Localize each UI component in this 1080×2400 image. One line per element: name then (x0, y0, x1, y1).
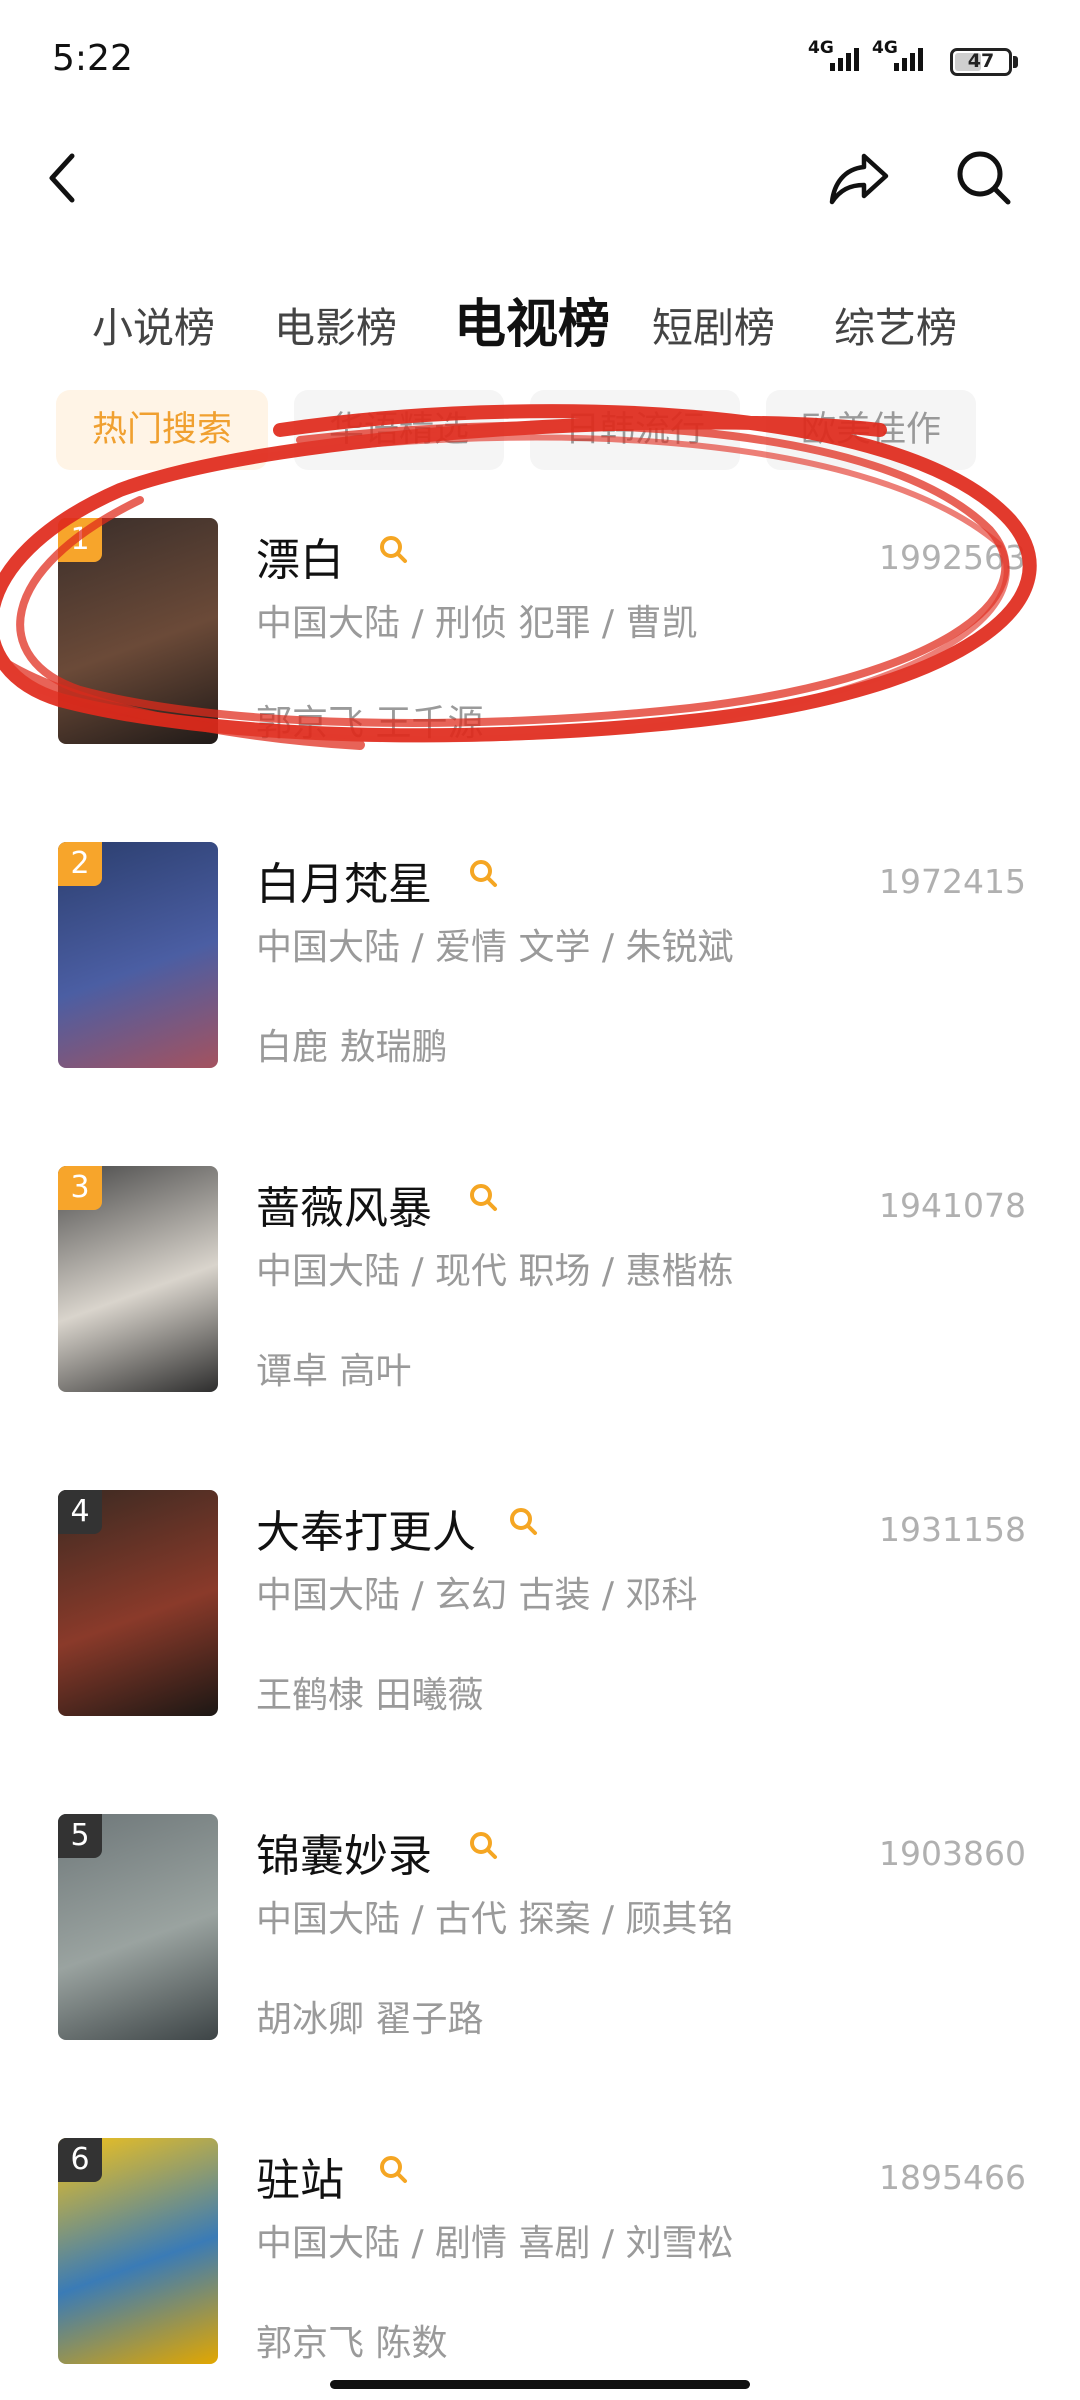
home-indicator[interactable] (330, 2380, 750, 2389)
status-bar: 5:22 4G 4G 47 (0, 0, 1080, 120)
rank-badge: 1 (58, 518, 102, 562)
cast-info: 王鹤棣 田曦薇 (256, 1675, 484, 1716)
rank-badge: 2 (58, 842, 102, 886)
chevron-left-icon (49, 153, 75, 203)
cast-info: 胡冰卿 翟子路 (256, 1999, 484, 2040)
search-icon[interactable] (466, 1828, 500, 1862)
meta-info: 中国大陆 / 刑侦 犯罪 / 曹凯 (256, 603, 698, 644)
search-icon[interactable] (376, 2152, 410, 2186)
score-value: 1941078 (879, 1186, 1026, 1225)
cast-info: 白鹿 敖瑞鹏 (256, 1027, 448, 1068)
back-button[interactable] (24, 138, 104, 218)
poster-image[interactable]: 4 (58, 1490, 218, 1716)
cast-info: 谭卓 高叶 (256, 1351, 412, 1392)
title[interactable]: 白月梵星 (256, 848, 432, 912)
meta-info: 中国大陆 / 剧情 喜剧 / 刘雪松 (256, 2223, 734, 2264)
list-item[interactable]: 5 锦囊妙录 1903860 中国大陆 / 古代 探案 / 顾其铭 胡冰卿 翟子路 (0, 1814, 1080, 2054)
battery-icon: 47 (950, 48, 1012, 76)
tab-variety-rank[interactable]: 综艺榜 (834, 294, 957, 354)
list-item[interactable]: 3 蔷薇风暴 1941078 中国大陆 / 现代 职场 / 惠楷栋 谭卓 高叶 (0, 1166, 1080, 1406)
score-value: 1895466 (879, 2158, 1026, 2197)
chip-chinese-picks[interactable]: 华语精选 (294, 390, 504, 470)
rank-badge: 3 (58, 1166, 102, 1210)
category-tabs: 小说榜 电影榜 电视榜 短剧榜 综艺榜 (0, 280, 1080, 370)
chip-japan-korea[interactable]: 日韩流行 (530, 390, 740, 470)
share-icon (829, 153, 889, 205)
search-icon[interactable] (376, 532, 410, 566)
list-item[interactable]: 1 漂白 1992563 中国大陆 / 刑侦 犯罪 / 曹凯 郭京飞 王千源 (0, 518, 1080, 758)
tab-short-drama-rank[interactable]: 短剧榜 (652, 294, 775, 354)
chip-hot-search[interactable]: 热门搜索 (56, 390, 268, 470)
rank-badge: 4 (58, 1490, 102, 1534)
list-item[interactable]: 4 大奉打更人 1931158 中国大陆 / 玄幻 古装 / 邓科 王鹤棣 田曦薇 (0, 1490, 1080, 1730)
poster-image[interactable]: 1 (58, 518, 218, 744)
title[interactable]: 驻站 (256, 2144, 344, 2208)
poster-image[interactable]: 2 (58, 842, 218, 1068)
poster-image[interactable]: 6 (58, 2138, 218, 2364)
search-icon[interactable] (506, 1504, 540, 1538)
cast-info: 郭京飞 陈数 (256, 2323, 448, 2364)
list-item[interactable]: 2 白月梵星 1972415 中国大陆 / 爱情 文学 / 朱锐斌 白鹿 敖瑞鹏 (0, 842, 1080, 1082)
title[interactable]: 蔷薇风暴 (256, 1172, 432, 1236)
status-time: 5:22 (52, 38, 133, 79)
list-item[interactable]: 6 驻站 1895466 中国大陆 / 剧情 喜剧 / 刘雪松 郭京飞 陈数 (0, 2138, 1080, 2378)
score-value: 1992563 (879, 538, 1026, 577)
search-icon (957, 151, 1011, 205)
meta-info: 中国大陆 / 玄幻 古装 / 邓科 (256, 1575, 698, 1616)
tab-tv-rank[interactable]: 电视榜 (454, 282, 610, 357)
cast-info: 郭京飞 王千源 (256, 703, 484, 744)
chip-western[interactable]: 欧美佳作 (766, 390, 976, 470)
poster-image[interactable]: 5 (58, 1814, 218, 2040)
meta-info: 中国大陆 / 爱情 文学 / 朱锐斌 (256, 927, 734, 968)
tab-movie-rank[interactable]: 电影榜 (274, 294, 397, 354)
tab-novel-rank[interactable]: 小说榜 (92, 294, 215, 354)
score-value: 1972415 (879, 862, 1026, 901)
score-value: 1903860 (879, 1834, 1026, 1873)
meta-info: 中国大陆 / 古代 探案 / 顾其铭 (256, 1899, 734, 1940)
battery-level: 47 (967, 50, 995, 72)
search-icon[interactable] (466, 1180, 500, 1214)
search-icon[interactable] (466, 856, 500, 890)
title[interactable]: 大奉打更人 (256, 1496, 476, 1560)
search-button[interactable] (944, 138, 1024, 218)
share-button[interactable] (818, 138, 898, 218)
rank-badge: 6 (58, 2138, 102, 2182)
poster-image[interactable]: 3 (58, 1166, 218, 1392)
title[interactable]: 漂白 (256, 524, 344, 588)
rank-badge: 5 (58, 1814, 102, 1858)
title[interactable]: 锦囊妙录 (256, 1820, 432, 1884)
score-value: 1931158 (879, 1510, 1026, 1549)
meta-info: 中国大陆 / 现代 职场 / 惠楷栋 (256, 1251, 734, 1292)
